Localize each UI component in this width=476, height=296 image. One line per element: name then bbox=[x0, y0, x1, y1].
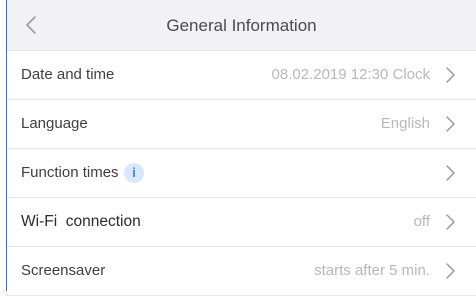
header-bar: General Information bbox=[7, 0, 476, 51]
row-label: Wi-Fi connection bbox=[21, 213, 141, 230]
row-function-times[interactable]: Function times i bbox=[7, 149, 476, 198]
row-value: English bbox=[380, 115, 430, 132]
page-title: General Information bbox=[166, 16, 317, 35]
settings-screen: General Information Date and time 08.02.… bbox=[0, 0, 476, 296]
chevron-right-icon bbox=[446, 214, 455, 230]
chevron-right-icon bbox=[446, 165, 455, 181]
chevron-right-icon bbox=[446, 116, 455, 132]
row-language[interactable]: Language English bbox=[7, 100, 476, 149]
chevron-right-icon bbox=[446, 263, 455, 279]
row-label: Language bbox=[21, 115, 88, 132]
info-icon[interactable]: i bbox=[124, 163, 144, 183]
row-value: 08.02.2019 12:30 Clock bbox=[271, 66, 430, 83]
row-value: starts after 5 min. bbox=[314, 262, 430, 279]
row-label: Screensaver bbox=[21, 262, 106, 279]
chevron-right-icon bbox=[446, 67, 455, 83]
row-label: Date and time bbox=[21, 66, 115, 83]
row-wifi-connection[interactable]: Wi-Fi connection off bbox=[7, 198, 476, 247]
row-value: off bbox=[413, 213, 430, 230]
row-screensaver[interactable]: Screensaver starts after 5 min. bbox=[7, 247, 476, 296]
row-label: Function times bbox=[21, 164, 119, 181]
settings-list: Date and time 08.02.2019 12:30 Clock Lan… bbox=[7, 51, 476, 296]
row-date-and-time[interactable]: Date and time 08.02.2019 12:30 Clock bbox=[7, 51, 476, 100]
